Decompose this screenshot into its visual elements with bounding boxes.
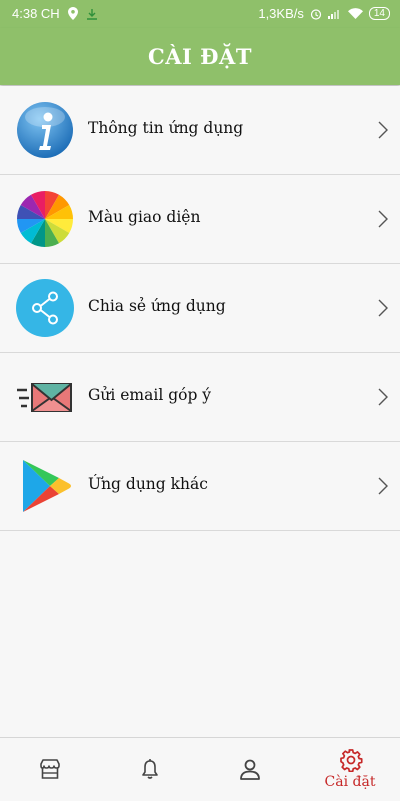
settings-item-app-info[interactable]: Thông tin ứng dụng <box>0 86 400 175</box>
nav-settings[interactable]: Cài đặt <box>300 738 400 801</box>
signal-icon <box>327 10 339 19</box>
nav-store[interactable] <box>0 738 100 801</box>
info-icon <box>17 102 73 158</box>
settings-item-label: Gửi email góp ý <box>88 386 212 404</box>
settings-item-label: Thông tin ứng dụng <box>88 119 244 137</box>
store-icon <box>40 759 60 779</box>
download-icon <box>86 8 97 20</box>
app-bar: CÀI ĐẶT <box>0 28 400 85</box>
play-store-icon <box>23 460 71 512</box>
alarm-icon <box>310 8 321 20</box>
settings-item-share-app[interactable]: Chia sẻ ứng dụng <box>0 264 400 353</box>
battery-icon: 14 <box>368 7 390 20</box>
settings-list: Thông tin ứng dụng Màu giao diện Chia sẻ… <box>0 86 400 531</box>
share-icon <box>16 279 74 337</box>
user-icon <box>240 759 260 780</box>
chevron-right-icon <box>378 210 388 228</box>
nav-profile[interactable] <box>200 738 300 801</box>
page-title: CÀI ĐẶT <box>148 44 252 69</box>
settings-item-label: Ứng dụng khác <box>88 475 208 493</box>
settings-item-theme-color[interactable]: Màu giao diện <box>0 175 400 264</box>
settings-item-feedback-email[interactable]: Gửi email góp ý <box>0 353 400 442</box>
status-bar: 4:38 CH 1,3KB/s 14 <box>0 0 400 28</box>
settings-item-other-apps[interactable]: Ứng dụng khác <box>0 442 400 531</box>
location-icon <box>67 7 78 20</box>
nav-settings-label: Cài đặt <box>324 774 376 790</box>
network-speed: 1,3KB/s <box>258 6 304 21</box>
settings-item-label: Màu giao diện <box>88 208 201 226</box>
settings-gear-icon <box>340 749 363 772</box>
email-icon <box>17 383 72 412</box>
chevron-right-icon <box>378 388 388 406</box>
chevron-right-icon <box>378 477 388 495</box>
wifi-icon <box>347 8 363 19</box>
settings-item-label: Chia sẻ ứng dụng <box>88 297 226 315</box>
bottom-nav: Cài đặt <box>0 737 400 801</box>
color-wheel-icon <box>17 191 73 247</box>
chevron-right-icon <box>378 299 388 317</box>
bell-icon <box>142 759 158 779</box>
chevron-right-icon <box>378 121 388 139</box>
nav-notifications[interactable] <box>100 738 200 801</box>
status-time: 4:38 CH <box>12 6 60 21</box>
